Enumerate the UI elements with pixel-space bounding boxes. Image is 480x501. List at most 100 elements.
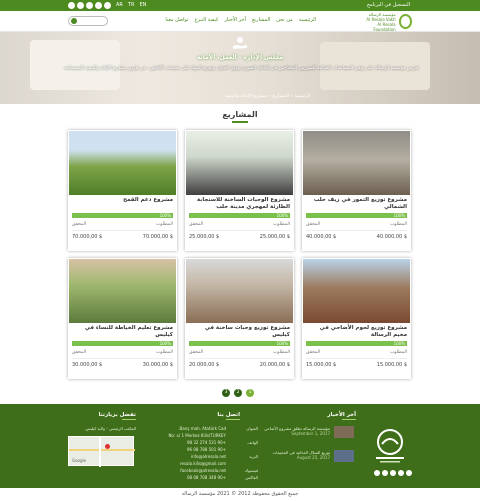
- progress-percent: 100%: [276, 341, 288, 346]
- site-logo[interactable]: مؤسسة الرسالة Al Resala Vakfı Al Resala …: [360, 11, 412, 32]
- raised-value: 15.000,00 $: [306, 362, 337, 368]
- progress-percent: 100%: [393, 341, 405, 346]
- contact-label: الهاتف: [247, 440, 258, 445]
- target-value: 30.000,00 $: [142, 362, 173, 368]
- hero-banner: مجلس الإدارة - العمل، الأمانة تحرص مؤسسة…: [0, 32, 480, 104]
- twitter-icon[interactable]: [77, 2, 84, 9]
- divider: [189, 358, 290, 359]
- contact-value[interactable]: Barış mah. Atatürk Cad.: [160, 426, 226, 431]
- project-card[interactable]: مشروع توزيع التمور في ريف حلب الشمالي 10…: [302, 130, 411, 251]
- breadcrumb: الرئيسية » المشاريع » مشاريع الإغاثة وال…: [225, 94, 310, 99]
- lang-ar[interactable]: AR: [116, 2, 123, 8]
- page-1-button[interactable]: 1: [246, 389, 254, 397]
- target-value: 70.000,00 $: [142, 234, 173, 240]
- progress-bar: 100%: [189, 341, 290, 346]
- language-switcher: AR TR EN: [116, 2, 146, 8]
- raised-value: 40.000,00 $: [306, 234, 337, 240]
- project-title[interactable]: مشروع توزيع وجبات ساخنة في كيليس: [189, 325, 290, 339]
- logo-text: مؤسسة الرسالة Al Resala Vakfı Al Resala …: [366, 11, 396, 32]
- project-image[interactable]: [303, 131, 410, 195]
- project-image[interactable]: [69, 259, 176, 323]
- target-value: 40.000,00 $: [376, 234, 407, 240]
- project-image[interactable]: [186, 131, 293, 195]
- project-title[interactable]: مشروع الوجبات الساخنة للاستجابة الطارئة …: [189, 197, 290, 211]
- contact-value[interactable]: +90 348 708 08 08: [160, 475, 226, 480]
- nav-projects[interactable]: المشاريع: [252, 17, 270, 23]
- target-value: 15.000,00 $: [376, 362, 407, 368]
- instagram-icon[interactable]: [95, 2, 102, 9]
- contact-value[interactable]: +90 531 274 32 98: [160, 440, 226, 445]
- footer-logo[interactable]: [370, 426, 410, 466]
- google-plus-icon[interactable]: [104, 2, 111, 9]
- project-card[interactable]: مشروع توزيع لحوم الأضاحي في مخيم الرسالة…: [302, 258, 411, 379]
- google-plus-icon[interactable]: [406, 470, 412, 476]
- project-image[interactable]: [186, 259, 293, 323]
- lang-tr[interactable]: TR: [128, 2, 135, 8]
- raised-value: 70.000,00 $: [72, 234, 103, 240]
- page-3-button[interactable]: 3: [222, 389, 230, 397]
- project-card[interactable]: مشروع تعليم الخياطة للنساء في كيليس 100%…: [68, 258, 177, 379]
- map-road: [99, 437, 101, 467]
- youtube-icon[interactable]: [86, 2, 93, 9]
- title-underline: [232, 121, 248, 123]
- project-image[interactable]: [69, 131, 176, 195]
- search-input[interactable]: [68, 16, 108, 26]
- project-card[interactable]: مشروع دعم القمح 100% المطلوب المحقق 70.0…: [68, 130, 177, 251]
- project-image[interactable]: [303, 259, 410, 323]
- facebook-icon[interactable]: [374, 470, 380, 476]
- instagram-icon[interactable]: [398, 470, 404, 476]
- target-label: المطلوب: [273, 350, 290, 355]
- project-card[interactable]: مشروع الوجبات الساخنة للاستجابة الطارئة …: [185, 130, 294, 251]
- project-card[interactable]: مشروع توزيع وجبات ساخنة في كيليس 100% ال…: [185, 258, 294, 379]
- target-value: 25.000,00 $: [259, 234, 290, 240]
- page-2-button[interactable]: 2: [234, 389, 242, 397]
- divider: [306, 358, 407, 359]
- pagination: 3 2 1: [222, 389, 254, 397]
- register-link[interactable]: التسجيل في البرنامج: [367, 2, 410, 8]
- map-road: [69, 449, 135, 451]
- contact-value[interactable]: resala.kilis@gmail.com: [160, 461, 226, 466]
- progress-bar: 100%: [72, 213, 173, 218]
- contact-title: اتصل بنا: [194, 412, 240, 420]
- raised-label: المحقق: [189, 350, 204, 355]
- raised-label: المحقق: [72, 350, 87, 355]
- location-map[interactable]: Google: [68, 436, 135, 467]
- top-social-icons: [68, 2, 111, 9]
- hero-title: مجلس الإدارة - العمل، الأمانة: [196, 54, 284, 61]
- facebook-icon[interactable]: [68, 2, 75, 9]
- hero-description: تحرص مؤسسة الرسالة على توفير المساعدات ا…: [63, 66, 419, 71]
- nav-contact[interactable]: تواصل معنا: [165, 17, 188, 23]
- contact-value[interactable]: info@alresala.net: [160, 454, 226, 459]
- twitter-icon[interactable]: [382, 470, 388, 476]
- logo-mark-icon: [398, 14, 412, 29]
- divider: [72, 358, 173, 359]
- project-title[interactable]: مشروع توزيع التمور في ريف حلب الشمالي: [306, 197, 407, 211]
- page-title: المشاريع: [222, 110, 258, 119]
- project-title[interactable]: مشروع دعم القمح: [72, 197, 173, 211]
- contact-value[interactable]: facebook@alresala.net: [160, 468, 226, 473]
- top-bar: AR TR EN التسجيل في البرنامج: [0, 0, 480, 11]
- nav-donate[interactable]: كيفية التبرع: [195, 17, 219, 23]
- contact-label: الفاكس: [245, 475, 258, 480]
- site-footer: تفضل بزيارتنا المكتب الرئيسي - ولاية كيل…: [0, 404, 480, 488]
- raised-value: 20.000,00 $: [189, 362, 220, 368]
- lang-en[interactable]: EN: [139, 2, 146, 8]
- search-icon[interactable]: [71, 18, 77, 24]
- nav-about[interactable]: من نحن: [276, 17, 293, 23]
- contact-value[interactable]: +90 501 788 08 96: [160, 447, 226, 452]
- visit-caption: المكتب الرئيسي - ولاية كيليس: [85, 426, 137, 431]
- contact-value[interactable]: No: x/ 1 Merkez Kilis/TURKEY: [160, 433, 226, 438]
- youtube-icon[interactable]: [390, 470, 396, 476]
- target-label: المطلوب: [273, 222, 290, 227]
- raised-label: المحقق: [72, 222, 87, 227]
- nav-home[interactable]: الرئيسية: [299, 17, 316, 23]
- project-title[interactable]: مشروع توزيع لحوم الأضاحي في مخيم الرسالة: [306, 325, 407, 339]
- progress-bar: 100%: [306, 341, 407, 346]
- map-pin-icon[interactable]: [105, 444, 110, 449]
- news-thumbnail[interactable]: [334, 426, 354, 438]
- nav-news[interactable]: آخر الأخبار: [224, 17, 246, 23]
- progress-percent: 100%: [159, 341, 171, 346]
- project-title[interactable]: مشروع تعليم الخياطة للنساء في كيليس: [72, 325, 173, 339]
- news-thumbnail[interactable]: [334, 450, 354, 462]
- contact-label: العنوان: [246, 426, 258, 431]
